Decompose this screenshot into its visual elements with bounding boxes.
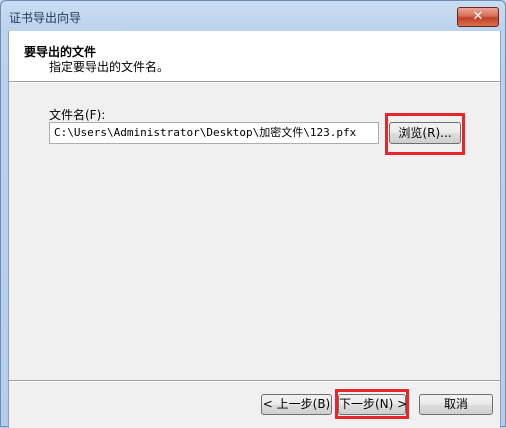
next-button[interactable]: 下一步(N) >: [338, 394, 407, 415]
wizard-client-area: 要导出的文件 指定要导出的文件名。 文件名(F): C:\Users\Admin…: [8, 31, 501, 428]
header-divider: [9, 81, 500, 83]
page-subtitle: 指定要导出的文件名。: [49, 60, 170, 74]
browse-button[interactable]: 浏览(R)...: [389, 122, 461, 144]
title-bar[interactable]: 证书导出向导 ✕: [1, 1, 505, 31]
certificate-export-wizard-window: 证书导出向导 ✕ 要导出的文件 指定要导出的文件名。 文件名(F): C:\Us…: [0, 0, 506, 428]
footer-divider: [9, 380, 500, 382]
back-button[interactable]: < 上一步(B): [261, 394, 332, 415]
window-title: 证书导出向导: [9, 11, 82, 25]
close-button[interactable]: ✕: [457, 7, 499, 27]
file-name-input[interactable]: C:\Users\Administrator\Desktop\加密文件\123.…: [49, 122, 379, 144]
close-icon: ✕: [472, 9, 484, 24]
wizard-header-panel: 要导出的文件 指定要导出的文件名。: [9, 31, 500, 81]
file-name-label: 文件名(F):: [49, 108, 106, 122]
cancel-button[interactable]: 取消: [419, 394, 493, 415]
